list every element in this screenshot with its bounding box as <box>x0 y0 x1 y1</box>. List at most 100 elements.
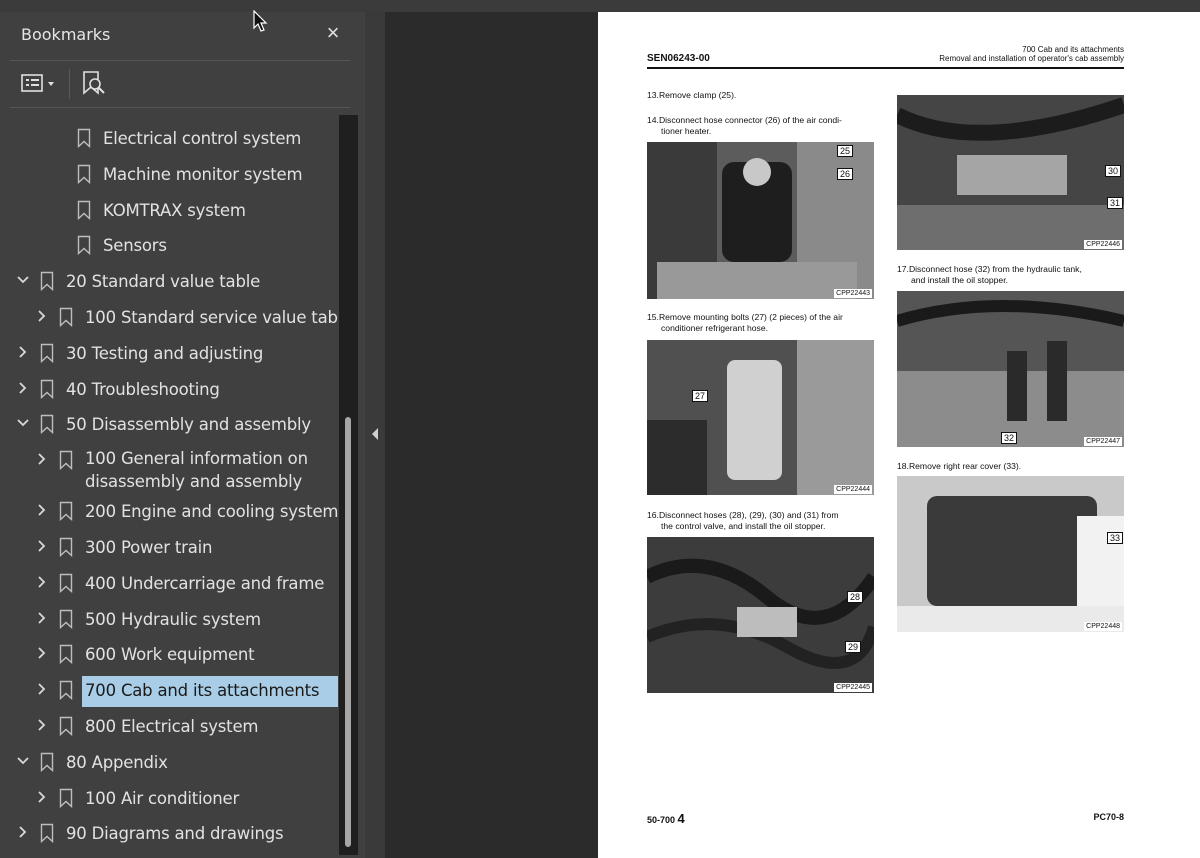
bookmark-item[interactable]: 80 Appendix <box>0 745 340 779</box>
chevron-right-icon[interactable] <box>35 611 49 625</box>
footer-section: 50-700 <box>647 815 676 825</box>
step-14: 14.Disconnect hose connector (26) of the… <box>647 115 842 137</box>
find-current-bookmark-icon[interactable] <box>80 69 108 99</box>
chevron-down-icon[interactable] <box>16 273 30 287</box>
header-rule <box>647 67 1124 69</box>
bookmark-label: 300 Power train <box>85 538 213 557</box>
bookmark-item[interactable]: 100 Standard service value table <box>0 300 340 334</box>
bookmark-item[interactable]: 100 Air conditioner <box>0 781 340 815</box>
bookmark-item[interactable]: 700 Cab and its attachments <box>0 673 340 708</box>
bookmark-icon <box>40 752 54 772</box>
callout-label: 31 <box>1107 197 1124 209</box>
chevron-down-icon[interactable] <box>16 754 30 768</box>
bookmark-item[interactable]: 300 Power train <box>0 530 340 564</box>
photo-code: CPP22443 <box>834 289 872 298</box>
bookmark-item[interactable]: Electrical control system <box>0 121 340 155</box>
bookmarks-header: Bookmarks × <box>0 12 365 58</box>
bookmark-icon <box>59 680 73 701</box>
step-line: the control valve, and install the oil s… <box>661 521 826 531</box>
chevron-right-icon[interactable] <box>16 345 30 359</box>
bookmark-item[interactable]: Machine monitor system <box>0 157 340 191</box>
bookmark-item[interactable]: Sensors <box>0 228 340 262</box>
toolbar-divider <box>69 69 70 99</box>
callout-label: 25 <box>837 145 854 157</box>
step-line: 14.Disconnect hose connector (26) of the… <box>647 115 842 125</box>
chevron-right-icon[interactable] <box>35 682 49 696</box>
photo-control-valve-top: 30 31 CPP22446 <box>897 95 1124 250</box>
step-line: and install the oil stopper. <box>911 275 1008 285</box>
bookmark-label: 500 Hydraulic system <box>85 609 261 629</box>
bookmark-icon <box>40 414 54 435</box>
bookmark-icon <box>40 343 54 363</box>
bookmark-icon <box>40 379 54 399</box>
callout-label: 26 <box>837 168 854 180</box>
photo-code: CPP22444 <box>834 485 872 494</box>
close-icon[interactable]: × <box>322 22 344 44</box>
chevron-right-icon[interactable] <box>35 646 49 660</box>
chevron-right-icon[interactable] <box>35 309 49 323</box>
page-footer-right: PC70-8 <box>1093 812 1124 822</box>
chevron-right-icon[interactable] <box>16 381 30 395</box>
chevron-left-icon[interactable] <box>369 426 381 442</box>
bookmark-item[interactable]: 500 Hydraulic system <box>0 602 340 636</box>
bookmark-label: 30 Testing and adjusting <box>66 343 264 363</box>
chevron-down-icon[interactable] <box>16 416 30 430</box>
bookmark-label: Sensors <box>103 236 167 256</box>
chevron-right-icon[interactable] <box>35 790 49 804</box>
bookmark-label: Machine monitor system <box>103 164 303 184</box>
bookmark-item[interactable]: 20 Standard value table <box>0 264 340 298</box>
bookmark-item[interactable]: 40 Troubleshooting <box>0 372 340 406</box>
chevron-right-icon[interactable] <box>35 503 49 517</box>
pdf-page: SEN06243-00 700 Cab and its attachments … <box>598 12 1200 858</box>
step-line: 16.Disconnect hoses (28), (29), (30) and… <box>647 510 839 520</box>
chevron-right-icon[interactable] <box>35 718 49 732</box>
footer-page-number: 4 <box>677 811 685 826</box>
step-line: conditioner refrigerant hose. <box>661 323 769 333</box>
bookmark-item[interactable]: 30 Testing and adjusting <box>0 336 340 370</box>
bookmark-item[interactable]: KOMTRAX system <box>0 193 340 227</box>
bookmark-label: 100 Standard service value table <box>85 308 340 327</box>
bookmark-icon <box>59 716 73 737</box>
bookmark-label: 20 Standard value table <box>66 272 261 292</box>
bookmark-icon <box>59 501 73 522</box>
step-15: 15.Remove mounting bolts (27) (2 pieces)… <box>647 312 843 334</box>
callout-label: 27 <box>692 390 709 402</box>
bookmark-label: 800 Electrical system <box>85 717 259 736</box>
bookmark-label: KOMTRAX system <box>103 200 246 220</box>
step-18: 18.Remove right rear cover (33). <box>897 461 1021 472</box>
chevron-right-icon[interactable] <box>35 452 49 466</box>
step-16: 16.Disconnect hoses (28), (29), (30) and… <box>647 510 839 532</box>
step-line: 13.Remove clamp (25). <box>647 90 737 100</box>
bookmark-item[interactable]: 100 General information on disassembly a… <box>0 443 340 494</box>
photo-mounting-bolts: 27 CPP22444 <box>647 340 874 495</box>
panel-collapse-handle[interactable] <box>365 12 386 858</box>
bookmark-label: 700 Cab and its attachments <box>85 681 320 701</box>
bookmarks-scrollbar-thumb[interactable] <box>345 417 351 847</box>
bookmark-label: 600 Work equipment <box>85 645 255 665</box>
bookmark-icon <box>40 823 54 844</box>
photo-code: CPP22447 <box>1084 437 1122 446</box>
bookmark-icon <box>77 235 91 256</box>
chevron-right-icon[interactable] <box>35 575 49 589</box>
bookmark-tree: Electrical control system Machine monitor… <box>0 118 340 858</box>
bookmark-icon <box>40 271 54 292</box>
step-line: 15.Remove mounting bolts (27) (2 pieces)… <box>647 312 843 322</box>
bookmark-icon <box>59 307 73 328</box>
step-13: 13.Remove clamp (25). <box>647 90 736 101</box>
chevron-right-icon[interactable] <box>16 825 30 839</box>
bookmarks-toolbar <box>10 60 350 108</box>
step-17: 17.Disconnect hose (32) from the hydraul… <box>897 264 1082 286</box>
bookmark-options-icon[interactable] <box>20 71 60 97</box>
bookmark-item[interactable]: 800 Electrical system <box>0 709 340 743</box>
bookmark-label: 40 Troubleshooting <box>66 379 220 399</box>
bookmark-label: 90 Diagrams and drawings <box>66 824 284 844</box>
step-line: tioner heater. <box>661 126 712 136</box>
bookmark-item[interactable]: 200 Engine and cooling system <box>0 494 340 528</box>
bookmark-item[interactable]: 50 Disassembly and assembly <box>0 407 340 441</box>
bookmark-item[interactable]: 600 Work equipment <box>0 637 340 671</box>
bookmarks-title: Bookmarks <box>21 25 111 44</box>
bookmark-item[interactable]: 400 Undercarriage and frame <box>0 566 340 600</box>
bookmark-item[interactable]: 90 Diagrams and drawings <box>0 816 340 850</box>
chevron-right-icon[interactable] <box>35 539 49 553</box>
photo-hose-connector: 25 26 CPP22443 <box>647 142 874 299</box>
